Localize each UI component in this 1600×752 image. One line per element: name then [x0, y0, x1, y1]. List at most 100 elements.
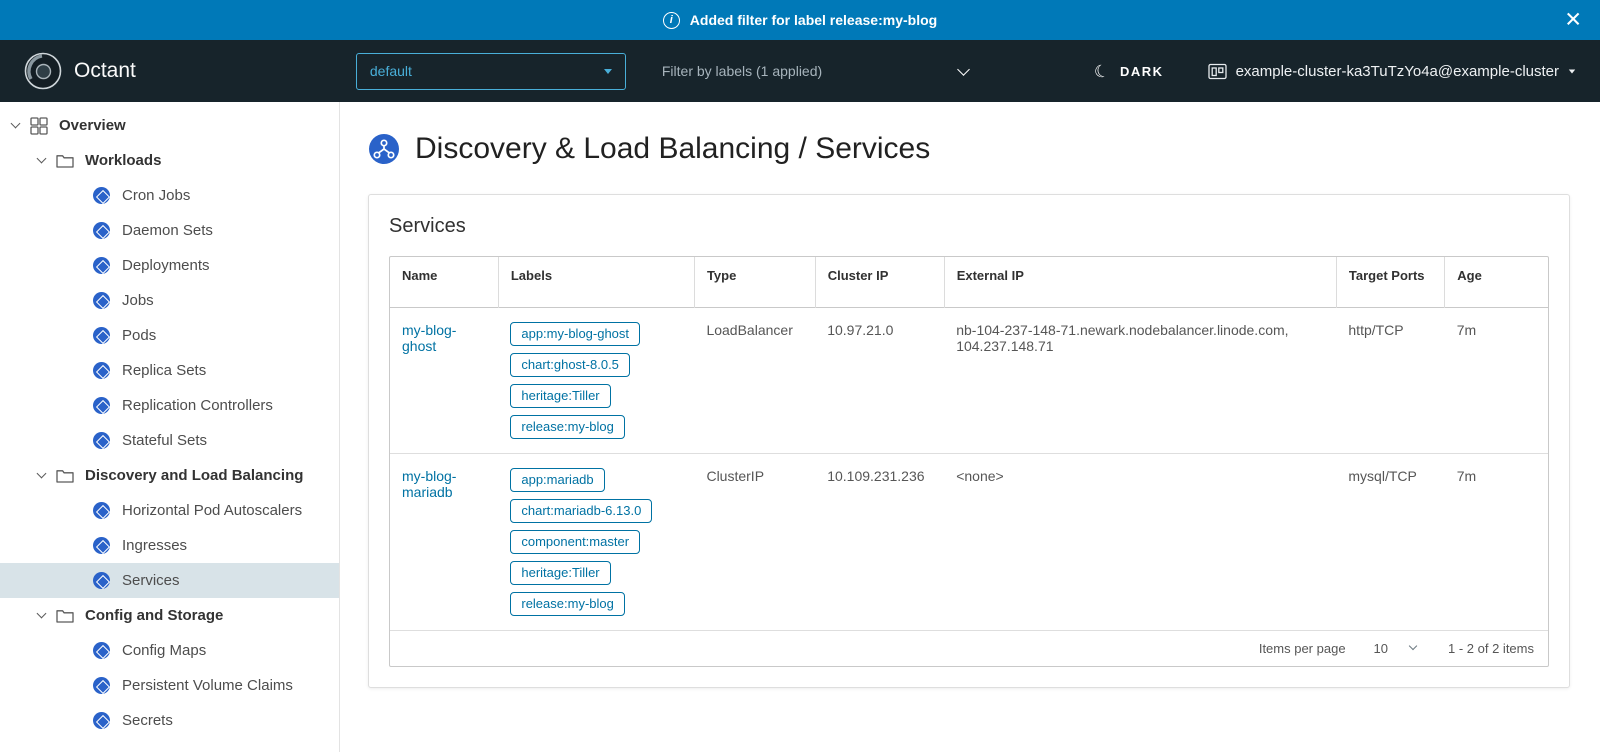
- items-per-page-label: Items per page: [1259, 641, 1346, 656]
- sidebar-item-label: Persistent Volume Claims: [122, 677, 293, 694]
- table-row: my-blog-mariadb app:mariadb chart:mariad…: [390, 453, 1548, 630]
- load-balancer-icon: [368, 133, 400, 165]
- sidebar-item-services[interactable]: Services: [0, 563, 339, 598]
- column-header-age: Age: [1445, 257, 1548, 307]
- persistent-volume-claims-icon: [93, 677, 110, 694]
- label-badge[interactable]: heritage:Tiller: [510, 561, 610, 585]
- cluster-icon: [1208, 63, 1227, 80]
- sidebar-item-label: Horizontal Pod Autoscalers: [122, 502, 302, 519]
- sidebar-item-label: Services: [122, 572, 180, 589]
- type-cell: LoadBalancer: [694, 307, 815, 453]
- name-cell: my-blog-mariadb: [390, 453, 498, 630]
- label-badge[interactable]: app:mariadb: [510, 468, 604, 492]
- sidebar-item-label: Deployments: [122, 257, 210, 274]
- namespace-select[interactable]: default: [356, 53, 626, 90]
- deployments-icon: [93, 257, 110, 274]
- sidebar-item-horizontal-pod-autoscalers[interactable]: Horizontal Pod Autoscalers: [0, 493, 339, 528]
- sidebar-item-pods[interactable]: Pods: [0, 318, 339, 353]
- ingresses-icon: [93, 537, 110, 554]
- daemon-sets-icon: [93, 222, 110, 239]
- services-icon: [93, 572, 110, 589]
- service-link[interactable]: my-blog-ghost: [402, 322, 486, 354]
- sidebar-item-label: Pods: [122, 327, 156, 344]
- info-icon: i: [663, 12, 680, 29]
- target-ports-cell: mysql/TCP: [1336, 453, 1444, 630]
- column-header-labels: Labels: [498, 257, 694, 307]
- name-cell: my-blog-ghost: [390, 307, 498, 453]
- items-per-page-value: 10: [1374, 641, 1388, 656]
- sidebar-item-deployments[interactable]: Deployments: [0, 248, 339, 283]
- table-header-row: Name Labels Type Cluster IP External IP …: [390, 257, 1548, 307]
- sidebar-item-label: Secrets: [122, 712, 173, 729]
- column-header-external-ip: External IP: [944, 257, 1336, 307]
- sidebar-group-workloads[interactable]: Workloads: [0, 143, 339, 178]
- sidebar-item-label: Config Maps: [122, 642, 206, 659]
- sidebar-item-stateful-sets[interactable]: Stateful Sets: [0, 423, 339, 458]
- table-row: my-blog-ghost app:my-blog-ghost chart:gh…: [390, 307, 1548, 453]
- sidebar-item-replication-controllers[interactable]: Replication Controllers: [0, 388, 339, 423]
- sidebar: Overview Workloads Cron Jobs Daemon Sets…: [0, 102, 340, 752]
- services-table: Name Labels Type Cluster IP External IP …: [389, 256, 1549, 667]
- notification-banner: i Added filter for label release:my-blog…: [0, 0, 1600, 40]
- sidebar-item-jobs[interactable]: Jobs: [0, 283, 339, 318]
- sidebar-item-overview[interactable]: Overview: [0, 108, 339, 143]
- table-footer: Items per page 10 1 - 2 of 2 items: [390, 630, 1548, 666]
- chevron-down-icon: [1409, 642, 1417, 650]
- sidebar-group-config-and-storage[interactable]: Config and Storage: [0, 598, 339, 633]
- sidebar-item-replica-sets[interactable]: Replica Sets: [0, 353, 339, 388]
- sidebar-group-discovery-and-load-balancing[interactable]: Discovery and Load Balancing: [0, 458, 339, 493]
- services-card: Services Name Labels Type Cluster IP Ext…: [368, 194, 1570, 688]
- sidebar-item-cron-jobs[interactable]: Cron Jobs: [0, 178, 339, 213]
- sidebar-item-label: Workloads: [85, 152, 161, 169]
- sidebar-item-label: Overview: [59, 117, 126, 134]
- sidebar-item-ingresses[interactable]: Ingresses: [0, 528, 339, 563]
- theme-label: DARK: [1120, 64, 1164, 79]
- moon-icon: ☾: [1092, 61, 1112, 82]
- card-title: Services: [369, 195, 1569, 256]
- cluster-selector[interactable]: example-cluster-ka3TuTzYo4a@example-clus…: [1208, 63, 1576, 80]
- label-filter-text: Filter by labels (1 applied): [662, 63, 822, 79]
- chevron-down-icon[interactable]: [11, 119, 21, 129]
- sidebar-item-label: Config and Storage: [85, 607, 223, 624]
- label-filter-select[interactable]: Filter by labels (1 applied): [656, 53, 978, 90]
- octant-logo-icon: [24, 52, 62, 90]
- horizontal-pod-autoscalers-icon: [93, 502, 110, 519]
- label-badge[interactable]: component:master: [510, 530, 640, 554]
- column-header-type: Type: [694, 257, 815, 307]
- page-header: Discovery & Load Balancing / Services: [368, 132, 1570, 166]
- sidebar-item-secrets[interactable]: Secrets: [0, 703, 339, 738]
- app-title: Octant: [74, 59, 136, 83]
- labels-cell: app:mariadb chart:mariadb-6.13.0 compone…: [498, 453, 694, 630]
- folder-icon: [56, 609, 74, 623]
- namespace-value: default: [370, 63, 412, 79]
- sidebar-item-label: Jobs: [122, 292, 154, 309]
- theme-toggle[interactable]: ☾ DARK: [1094, 63, 1163, 80]
- page-title: Discovery & Load Balancing / Services: [415, 132, 930, 166]
- sidebar-item-daemon-sets[interactable]: Daemon Sets: [0, 213, 339, 248]
- close-icon[interactable]: ✕: [1564, 10, 1582, 31]
- sidebar-item-persistent-volume-claims[interactable]: Persistent Volume Claims: [0, 668, 339, 703]
- banner-text: Added filter for label release:my-blog: [690, 12, 937, 28]
- pods-icon: [93, 327, 110, 344]
- chevron-down-icon[interactable]: [37, 154, 47, 164]
- main-content: Discovery & Load Balancing / Services Se…: [340, 102, 1600, 752]
- sidebar-item-label: Stateful Sets: [122, 432, 207, 449]
- chevron-down-icon: [957, 63, 970, 76]
- type-cell: ClusterIP: [694, 453, 815, 630]
- target-ports-cell: http/TCP: [1336, 307, 1444, 453]
- chevron-down-icon[interactable]: [37, 609, 47, 619]
- label-badge[interactable]: release:my-blog: [510, 415, 625, 439]
- external-ip-cell: <none>: [944, 453, 1336, 630]
- pagination-range: 1 - 2 of 2 items: [1448, 641, 1534, 656]
- label-badge[interactable]: chart:mariadb-6.13.0: [510, 499, 652, 523]
- label-badge[interactable]: release:my-blog: [510, 592, 625, 616]
- items-per-page-select[interactable]: 10: [1374, 641, 1416, 656]
- chevron-down-icon[interactable]: [37, 469, 47, 479]
- replication-controllers-icon: [93, 397, 110, 414]
- sidebar-item-config-maps[interactable]: Config Maps: [0, 633, 339, 668]
- label-badge[interactable]: heritage:Tiller: [510, 384, 610, 408]
- label-badge[interactable]: app:my-blog-ghost: [510, 322, 640, 346]
- label-badge[interactable]: chart:ghost-8.0.5: [510, 353, 630, 377]
- service-link[interactable]: my-blog-mariadb: [402, 468, 486, 500]
- sidebar-item-label: Ingresses: [122, 537, 187, 554]
